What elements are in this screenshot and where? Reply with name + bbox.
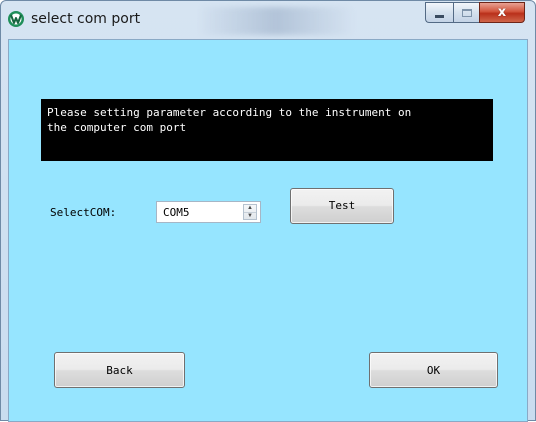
- select-com-port-window: select com port x Please setting paramet…: [0, 0, 536, 422]
- ok-button-label: OK: [426, 363, 441, 377]
- maximize-button[interactable]: [453, 2, 479, 23]
- test-button-label: Test: [328, 199, 356, 212]
- com-port-spinner[interactable]: COM5 ▲ ▼: [156, 201, 261, 223]
- minimize-button[interactable]: [425, 2, 453, 23]
- app-logo-icon: [8, 11, 24, 27]
- dialog-client-area: Please setting parameter according to th…: [8, 39, 528, 422]
- com-port-value[interactable]: COM5: [163, 206, 190, 219]
- close-button[interactable]: x: [479, 2, 525, 23]
- select-com-label: SelectCOM:: [50, 206, 117, 219]
- back-button-label: Back: [106, 363, 133, 377]
- spinner-down-button[interactable]: ▼: [244, 211, 256, 220]
- ok-button[interactable]: OK: [369, 352, 498, 388]
- spinner-arrows: ▲ ▼: [243, 204, 257, 220]
- close-icon: x: [497, 5, 507, 20]
- window-title: select com port: [31, 11, 141, 27]
- test-button[interactable]: Test: [290, 188, 394, 224]
- chevron-down-icon: ▼: [247, 212, 253, 219]
- instruction-message: Please setting parameter according to th…: [41, 99, 493, 161]
- blurred-background-region: [201, 7, 351, 35]
- title-bar[interactable]: select com port x: [1, 1, 535, 39]
- maximize-icon: [461, 8, 472, 17]
- back-button[interactable]: Back: [54, 352, 185, 388]
- chevron-up-icon: ▲: [247, 205, 253, 212]
- minimize-icon: [435, 14, 444, 18]
- caption-buttons: x: [425, 2, 525, 24]
